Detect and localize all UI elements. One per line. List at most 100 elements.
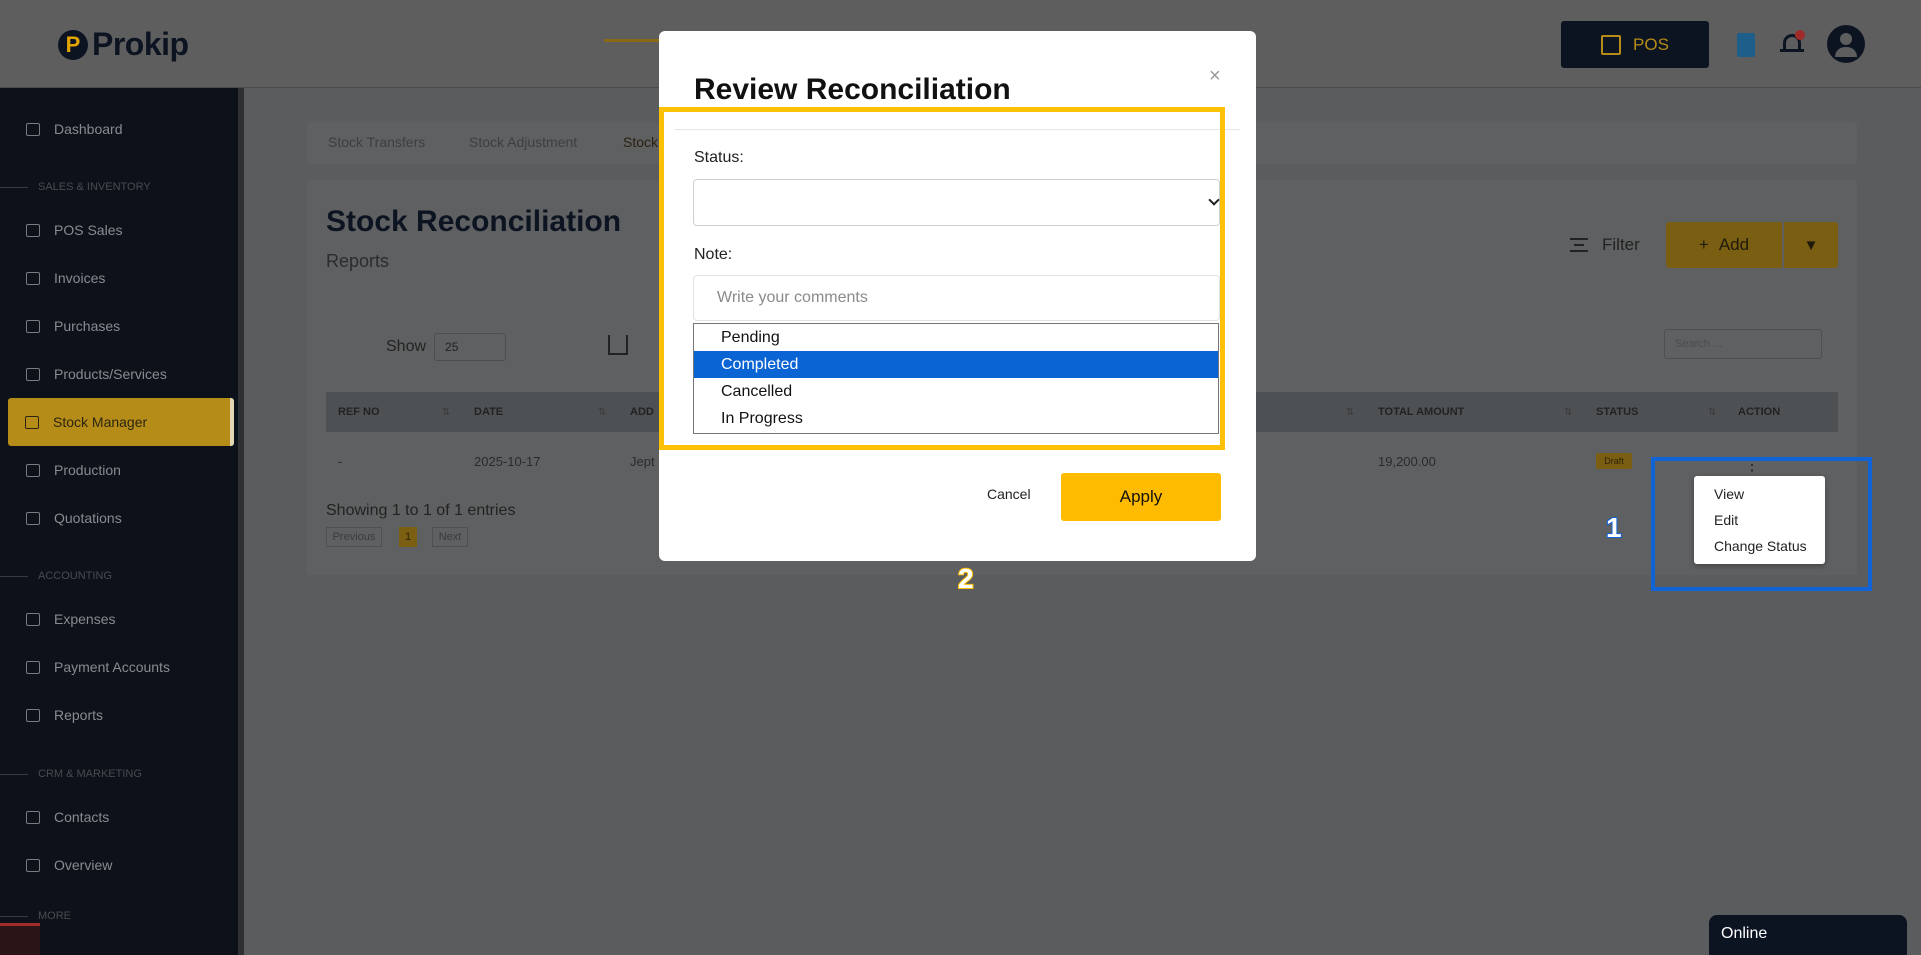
factory-icon — [26, 463, 40, 477]
expense-icon — [26, 612, 40, 626]
sidebar: Dashboard SALES & INVENTORY POS Sales In… — [0, 88, 244, 955]
wallet-icon — [26, 660, 40, 674]
add-dropdown-button[interactable]: ▼ — [1784, 222, 1838, 268]
filter-button[interactable]: Filter — [1570, 235, 1640, 255]
store-icon — [1601, 34, 1622, 55]
section-label: CRM & MARKETING — [38, 768, 142, 780]
annotation-label-2: 2 — [957, 562, 975, 595]
page-title: Stock Reconciliation — [326, 205, 622, 238]
chat-status-widget[interactable]: Online — [1709, 915, 1907, 955]
stock-icon — [25, 415, 39, 429]
tab-stock-transfers[interactable]: Stock Transfers — [328, 134, 425, 150]
sidebar-section-more: MORE — [0, 908, 238, 924]
pos-label: POS — [1633, 34, 1669, 54]
col-status[interactable]: STATUS — [1596, 406, 1638, 418]
sidebar-item-label: Contacts — [54, 809, 110, 825]
col-total-amount[interactable]: TOTAL AMOUNT — [1378, 406, 1464, 418]
active-tab-indicator — [604, 39, 664, 42]
laravel-icon[interactable] — [0, 923, 40, 955]
annotation-box-1 — [1651, 457, 1872, 591]
filter-label: Filter — [1602, 235, 1640, 254]
sort-icon[interactable]: ⇅ — [1708, 407, 1716, 418]
cancel-button[interactable]: Cancel — [987, 486, 1031, 502]
user-avatar-icon[interactable] — [1827, 25, 1865, 63]
sidebar-item-expenses[interactable]: Expenses — [0, 598, 238, 640]
sidebar-item-label: Overview — [54, 857, 113, 873]
col-added-by[interactable]: ADD — [630, 406, 654, 418]
tab-stock-reconciliation[interactable]: Stock — [623, 134, 658, 150]
close-icon[interactable]: × — [1209, 65, 1221, 88]
quote-icon — [26, 511, 40, 525]
col-ref-no[interactable]: REF NO — [338, 406, 380, 418]
section-label: SALES & INVENTORY — [38, 181, 151, 193]
chevron-down-icon: ▼ — [1803, 236, 1819, 254]
sidebar-section-accounting: ACCOUNTING — [0, 568, 238, 584]
sidebar-item-quotations[interactable]: Quotations — [0, 497, 238, 539]
sidebar-section-crm: CRM & MARKETING — [0, 766, 238, 782]
calculator-icon[interactable] — [1737, 33, 1755, 57]
sidebar-item-stock-manager[interactable]: Stock Manager — [8, 398, 234, 446]
sidebar-item-contacts[interactable]: Contacts — [0, 796, 238, 838]
sidebar-item-label: Dashboard — [54, 121, 123, 137]
section-label: MORE — [38, 910, 71, 922]
modal-title: Review Reconciliation — [694, 73, 1011, 106]
sidebar-section-sales: SALES & INVENTORY — [0, 179, 238, 195]
sidebar-item-purchases[interactable]: Purchases — [0, 305, 238, 347]
cell-ref-no: - — [338, 454, 343, 469]
report-icon — [26, 708, 40, 722]
sidebar-item-label: Purchases — [54, 318, 121, 334]
sidebar-item-label: POS Sales — [54, 222, 123, 238]
sidebar-item-products[interactable]: Products/Services — [0, 353, 238, 395]
sidebar-item-label: Expenses — [54, 611, 116, 627]
col-date[interactable]: DATE — [474, 406, 503, 418]
plus-icon: + — [1698, 235, 1709, 254]
pager-previous[interactable]: Previous — [326, 527, 382, 547]
sidebar-item-overview[interactable]: Overview — [0, 844, 238, 886]
notification-badge — [1795, 30, 1805, 40]
sort-icon[interactable]: ⇅ — [1346, 407, 1354, 418]
add-label: Add — [1718, 235, 1750, 254]
contacts-icon — [26, 810, 40, 824]
logo-text: Prokip — [92, 26, 189, 62]
sidebar-item-dashboard[interactable]: Dashboard — [0, 108, 238, 150]
sidebar-item-production[interactable]: Production — [0, 449, 238, 491]
sidebar-item-label: Stock Manager — [53, 414, 148, 430]
add-button[interactable]: + Add — [1666, 222, 1782, 268]
purchase-icon — [26, 319, 40, 333]
apply-button[interactable]: Apply — [1061, 473, 1221, 521]
sort-icon[interactable]: ⇅ — [598, 407, 606, 418]
sidebar-item-reports[interactable]: Reports — [0, 694, 238, 736]
cell-added-by: Jept — [630, 454, 655, 469]
cell-date: 2025-10-17 — [474, 454, 541, 469]
sidebar-item-label: Products/Services — [54, 366, 167, 382]
sidebar-item-label: Payment Accounts — [54, 659, 170, 675]
page-subtitle: Reports — [326, 251, 390, 271]
home-icon — [26, 122, 40, 136]
bell-icon[interactable] — [1780, 30, 1805, 56]
export-icon[interactable] — [608, 335, 628, 355]
page-length-select[interactable]: 25 — [434, 333, 507, 361]
sidebar-item-label: Reports — [54, 707, 104, 723]
invoice-icon — [26, 271, 40, 285]
sidebar-item-payment-accounts[interactable]: Payment Accounts — [0, 646, 238, 688]
pager-next[interactable]: Next — [432, 527, 468, 547]
logo-mark: P — [58, 29, 88, 60]
annotation-box-2 — [659, 107, 1225, 450]
page-length: Show 25 — [386, 333, 507, 361]
prokip-logo[interactable]: P Prokip — [58, 26, 189, 63]
show-label: Show — [386, 338, 427, 355]
overview-icon — [26, 858, 40, 872]
sidebar-item-label: Production — [54, 462, 121, 478]
filter-icon — [1570, 238, 1588, 252]
entries-info: Showing 1 to 1 of 1 entries — [326, 502, 516, 519]
table-search-input[interactable]: Search ... — [1664, 329, 1822, 359]
sidebar-item-label: Invoices — [54, 270, 106, 286]
sort-icon[interactable]: ⇅ — [1564, 407, 1572, 418]
sidebar-item-label: Quotations — [54, 510, 122, 526]
pos-button[interactable]: POS — [1561, 21, 1709, 68]
tab-stock-adjustment[interactable]: Stock Adjustment — [469, 134, 577, 150]
pager-current[interactable]: 1 — [399, 527, 417, 547]
sort-icon[interactable]: ⇅ — [442, 407, 450, 418]
sidebar-item-invoices[interactable]: Invoices — [0, 257, 238, 299]
sidebar-item-pos-sales[interactable]: POS Sales — [0, 209, 238, 251]
